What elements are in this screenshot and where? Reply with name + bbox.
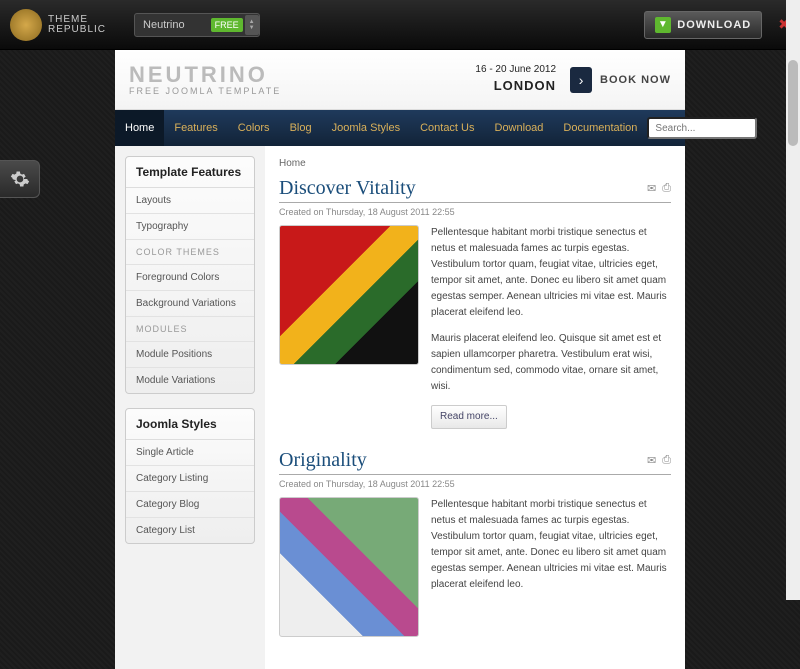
brand-logo[interactable]: THEME REPUBLIC bbox=[10, 9, 106, 41]
article-paragraph: Mauris placerat eleifend leo. Quisque si… bbox=[431, 331, 671, 395]
free-badge: FREE bbox=[211, 18, 243, 32]
event-dates: 16 - 20 June 2012 bbox=[475, 63, 556, 77]
event-city: LONDON bbox=[475, 77, 556, 95]
nav-colors[interactable]: Colors bbox=[228, 110, 280, 146]
sidebar-item[interactable]: Layouts bbox=[126, 188, 254, 214]
article-paragraph: Pellentesque habitant morbi tristique se… bbox=[431, 497, 671, 593]
sidebar-item[interactable]: Single Article bbox=[126, 440, 254, 466]
article-1: Discover Vitality ✉ ⎙ Created on Thursda… bbox=[279, 177, 671, 429]
nav-download[interactable]: Download bbox=[485, 110, 554, 146]
sidebar-item[interactable]: Module Variations bbox=[126, 368, 254, 393]
nav-contact[interactable]: Contact Us bbox=[410, 110, 484, 146]
download-button[interactable]: ▼ DOWNLOAD bbox=[644, 11, 762, 39]
read-more-button[interactable]: Read more... bbox=[431, 405, 507, 429]
sidebar-item[interactable]: Background Variations bbox=[126, 291, 254, 317]
book-now-button[interactable]: › BOOK NOW bbox=[570, 67, 671, 93]
article-2: Originality ✉ ⎙ Created on Thursday, 18 … bbox=[279, 449, 671, 637]
breadcrumb[interactable]: Home bbox=[279, 158, 671, 169]
search-input[interactable] bbox=[647, 117, 757, 139]
email-icon[interactable]: ✉ bbox=[647, 182, 656, 195]
print-icon[interactable]: ⎙ bbox=[662, 454, 671, 467]
sidebar-header: COLOR THEMES bbox=[126, 240, 254, 265]
main-content: Home Discover Vitality ✉ ⎙ Created on Th… bbox=[265, 146, 685, 669]
updown-icon: ▲▼ bbox=[245, 15, 259, 35]
logo-badge-icon bbox=[10, 9, 42, 41]
sidebar-item[interactable]: Module Positions bbox=[126, 342, 254, 368]
article-title[interactable]: Originality bbox=[279, 449, 367, 472]
gear-icon bbox=[10, 169, 30, 189]
email-icon[interactable]: ✉ bbox=[647, 454, 656, 467]
article-image bbox=[279, 225, 419, 365]
event-info: 16 - 20 June 2012 LONDON bbox=[475, 63, 556, 95]
nav-features[interactable]: Features bbox=[164, 110, 227, 146]
download-icon: ▼ bbox=[655, 17, 671, 33]
download-label: DOWNLOAD bbox=[677, 19, 751, 31]
brand-line1: THEME bbox=[48, 15, 106, 25]
nav-blog[interactable]: Blog bbox=[280, 110, 322, 146]
page-container: NEUTRINO FREE JOOMLA TEMPLATE 16 - 20 Ju… bbox=[115, 50, 685, 669]
article-paragraph: Pellentesque habitant morbi tristique se… bbox=[431, 225, 671, 321]
sidebar-item[interactable]: Category Listing bbox=[126, 466, 254, 492]
sidebar-item[interactable]: Foreground Colors bbox=[126, 265, 254, 291]
book-label: BOOK NOW bbox=[600, 74, 671, 86]
sidebar-header: MODULES bbox=[126, 317, 254, 342]
box2-title: Joomla Styles bbox=[126, 409, 254, 440]
site-header: NEUTRINO FREE JOOMLA TEMPLATE 16 - 20 Ju… bbox=[115, 50, 685, 110]
nav-joomla-styles[interactable]: Joomla Styles bbox=[322, 110, 410, 146]
main-nav: Home Features Colors Blog Joomla Styles … bbox=[115, 110, 685, 146]
joomla-styles-box: Joomla Styles Single Article Category Li… bbox=[125, 408, 255, 544]
site-subtitle: FREE JOOMLA TEMPLATE bbox=[129, 86, 281, 96]
scrollbar-thumb[interactable] bbox=[788, 60, 798, 146]
sidebar-item[interactable]: Category List bbox=[126, 518, 254, 543]
template-selector[interactable]: Neutrino FREE ▲▼ bbox=[134, 13, 260, 37]
settings-tab[interactable] bbox=[0, 160, 40, 198]
sidebar-item[interactable]: Typography bbox=[126, 214, 254, 240]
top-toolbar: THEME REPUBLIC Neutrino FREE ▲▼ ▼ DOWNLO… bbox=[0, 0, 800, 50]
site-title: NEUTRINO bbox=[129, 64, 281, 86]
left-sidebar: Template Features Layouts Typography COL… bbox=[115, 146, 265, 669]
nav-documentation[interactable]: Documentation bbox=[553, 110, 647, 146]
print-icon[interactable]: ⎙ bbox=[662, 182, 671, 195]
article-title[interactable]: Discover Vitality bbox=[279, 177, 416, 200]
vertical-scrollbar[interactable] bbox=[786, 0, 800, 600]
brand-line2: REPUBLIC bbox=[48, 25, 106, 35]
sidebar-item[interactable]: Category Blog bbox=[126, 492, 254, 518]
article-meta: Created on Thursday, 18 August 2011 22:5… bbox=[279, 207, 671, 217]
article-image bbox=[279, 497, 419, 637]
nav-home[interactable]: Home bbox=[115, 110, 164, 146]
template-features-box: Template Features Layouts Typography COL… bbox=[125, 156, 255, 394]
article-meta: Created on Thursday, 18 August 2011 22:5… bbox=[279, 479, 671, 489]
template-name: Neutrino bbox=[135, 19, 209, 31]
chevron-right-icon: › bbox=[570, 67, 592, 93]
box1-title: Template Features bbox=[126, 157, 254, 188]
